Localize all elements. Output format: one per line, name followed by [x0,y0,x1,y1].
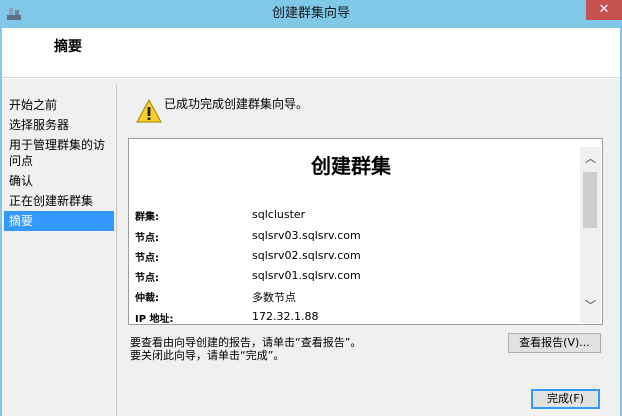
warning-icon [136,98,162,123]
report-title: 创建群集 [311,154,391,178]
step-access-point[interactable]: 用于管理群集的访问点 [4,135,114,171]
report-value-node: sqlsrv01.sqlsrv.com [252,269,361,282]
scroll-thumb[interactable] [583,172,597,228]
report-label-node: 节点: [135,273,159,284]
step-creating-cluster[interactable]: 正在创建新群集 [4,191,114,211]
window-title: 创建群集向导 [271,6,350,21]
report-label-quorum: 仲裁: [135,293,159,304]
report-label-node: 节点: [135,233,159,244]
close-wizard-hint: 要关闭此向导，请单击“完成”。 [130,349,285,362]
close-button[interactable]: ✕ [586,0,622,20]
step-confirmation[interactable]: 确认 [4,171,114,191]
report-label-cluster: 群集: [135,212,159,223]
report-value-ip: 172.32.1.88 [252,310,319,323]
report-value-cluster: sqlcluster [252,208,306,221]
wizard-header [2,28,620,78]
step-select-servers[interactable]: 选择服务器 [4,115,114,135]
step-before-you-begin[interactable]: 开始之前 [4,95,114,115]
finish-button[interactable]: 完成(F) [531,389,600,409]
report-value-node: sqlsrv03.sqlsrv.com [252,229,361,242]
close-icon: ✕ [598,2,610,17]
step-summary[interactable]: 摘要 [4,211,114,231]
report-label-ip: IP 地址: [135,314,174,325]
scroll-up-icon[interactable]: ︿ [580,150,601,168]
view-report-button[interactable]: 查看报告(V)... [508,333,601,353]
scroll-down-icon[interactable]: ﹀ [580,296,601,316]
report-value-quorum: 多数节点 [252,291,296,304]
report-value-node: sqlsrv02.sqlsrv.com [252,249,361,262]
wizard-steps: 开始之前 选择服务器 用于管理群集的访问点 确认 正在创建新群集 摘要 [4,95,116,231]
report-label-node: 节点: [135,253,159,264]
status-message: 已成功完成创建群集向导。 [164,97,309,111]
page-title: 摘要 [54,39,82,55]
